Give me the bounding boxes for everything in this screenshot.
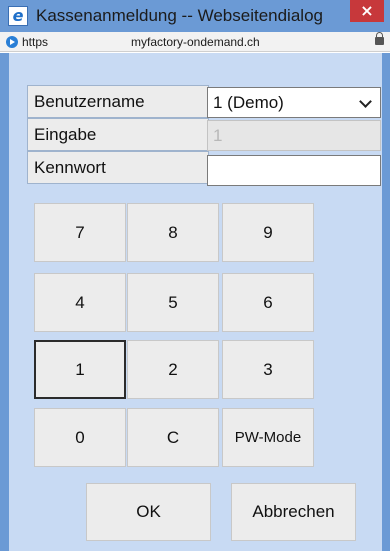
close-button[interactable]: × [350, 0, 384, 22]
pw-mode-button[interactable]: PW-Mode [222, 408, 314, 467]
cancel-button[interactable]: Abbrechen [231, 483, 356, 541]
keypad-key-0[interactable]: 0 [34, 408, 126, 467]
lock-icon [375, 32, 384, 45]
connection-icon [6, 36, 18, 48]
keypad-key-4[interactable]: 4 [34, 273, 126, 332]
keypad-key-2[interactable]: 2 [127, 340, 219, 399]
keypad-key-5[interactable]: 5 [127, 273, 219, 332]
input-field: 1 [207, 120, 381, 151]
keypad-key-7[interactable]: 7 [34, 203, 126, 262]
title-bar: e Kassenanmeldung -- Webseitendialog × [0, 0, 390, 32]
username-value: 1 (Demo) [213, 93, 284, 112]
address-bar: https myfactory-ondemand.ch [0, 32, 390, 52]
keypad-key-9[interactable]: 9 [222, 203, 314, 262]
keypad-key-3[interactable]: 3 [222, 340, 314, 399]
username-label: Benutzername [27, 85, 209, 118]
chevron-down-icon [359, 95, 372, 108]
password-label: Kennwort [27, 151, 209, 184]
keypad-key-clear[interactable]: C [127, 408, 219, 467]
ok-button[interactable]: OK [86, 483, 211, 541]
input-label: Eingabe [27, 118, 209, 151]
url-host: myfactory-ondemand.ch [131, 35, 260, 49]
password-field[interactable] [207, 155, 381, 186]
url-protocol: https [22, 35, 49, 49]
window-title: Kassenanmeldung -- Webseitendialog [36, 6, 323, 25]
close-icon: × [360, 1, 374, 20]
keypad-key-6[interactable]: 6 [222, 273, 314, 332]
internet-explorer-icon: e [8, 6, 28, 26]
login-panel: Benutzername 1 (Demo) Eingabe 1 Kennwort… [9, 53, 382, 551]
keypad-key-8[interactable]: 8 [127, 203, 219, 262]
dialog-frame: Benutzername 1 (Demo) Eingabe 1 Kennwort… [0, 53, 390, 551]
username-select[interactable]: 1 (Demo) [207, 87, 381, 118]
keypad-key-1[interactable]: 1 [34, 340, 126, 399]
